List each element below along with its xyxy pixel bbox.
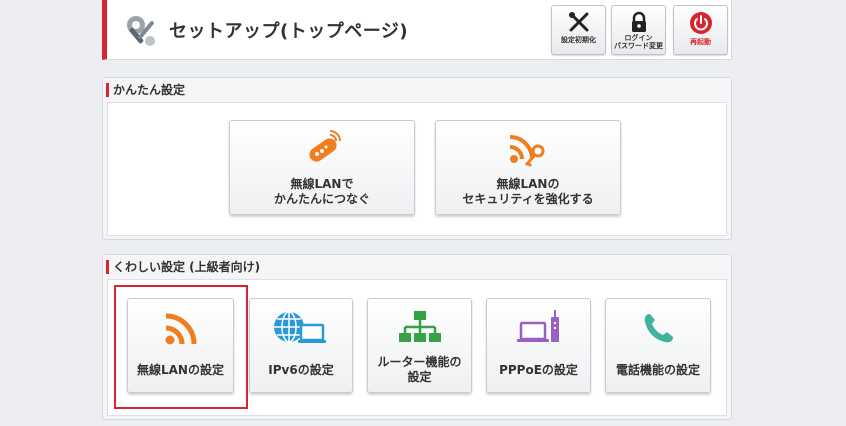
ipv6-settings-tile[interactable]: IPv6の設定	[249, 298, 353, 393]
reboot-button[interactable]: 再起動	[673, 5, 728, 55]
page-header: セットアップ(トップページ) 設定初期化 ログイン パスワード変更 再起動	[102, 0, 732, 60]
login-password-button[interactable]: ログイン パスワード変更	[611, 5, 666, 55]
detailed-settings-title: くわしい設定 (上級者向け)	[103, 255, 731, 279]
laptop-router-icon	[516, 310, 559, 342]
easy-setup-title: かんたん設定	[103, 78, 731, 102]
tools-icon	[127, 16, 155, 46]
factory-reset-button[interactable]: 設定初期化	[551, 5, 606, 55]
ipv6-settings-label: IPv6の設定	[268, 363, 334, 377]
globe-laptop-icon	[274, 311, 326, 343]
setup-page: セットアップ(トップページ) 設定初期化 ログイン パスワード変更 再起動 かん…	[100, 0, 734, 426]
phone-icon	[644, 314, 673, 343]
login-password-label: ログイン パスワード変更	[614, 34, 663, 50]
phone-function-settings-label: 電話機能の設定	[615, 363, 700, 377]
power-icon	[689, 12, 712, 34]
pppoe-settings-label: PPPoEの設定	[499, 363, 578, 377]
router-function-settings-label: ルーター機能の 設定	[377, 355, 462, 384]
easy-setup-body: 無線LANで かんたんにつなぐ 無線LANの セキュリティを強化する	[107, 102, 727, 236]
wifi-icon	[165, 313, 196, 345]
easy-wireless-connect-tile[interactable]: 無線LANで かんたんにつなぐ	[229, 120, 415, 215]
detailed-settings-body: 無線LANの設定 IPv6の設定 ルーター機能の 設定 PPPoEの設定 電話機…	[107, 279, 727, 416]
pppoe-settings-tile[interactable]: PPPoEの設定	[486, 298, 591, 393]
network-tree-icon	[398, 311, 441, 342]
remote-controller-icon	[309, 130, 341, 162]
detailed-settings-section: くわしい設定 (上級者向け) 無線LANの設定 IPv6の設定 ルーター機能の …	[102, 254, 732, 420]
easy-wireless-security-tile[interactable]: 無線LANの セキュリティを強化する	[435, 120, 621, 215]
easy-wireless-security-label: 無線LANの セキュリティを強化する	[462, 177, 594, 206]
lock-icon	[631, 11, 646, 32]
easy-wireless-connect-label: 無線LANで かんたんにつなぐ	[273, 177, 370, 206]
easy-setup-section: かんたん設定 無線LANで かんたんにつなぐ 無線LANの セキュリティを強化す…	[102, 77, 732, 240]
reboot-label: 再起動	[690, 38, 711, 46]
factory-reset-label: 設定初期化	[561, 36, 596, 44]
wrench-screwdriver-icon	[568, 12, 588, 32]
wireless-lan-settings-tile[interactable]: 無線LANの設定	[127, 298, 234, 393]
phone-function-settings-tile[interactable]: 電話機能の設定	[605, 298, 711, 393]
wireless-lan-settings-label: 無線LANの設定	[137, 363, 224, 377]
page-title: セットアップ(トップページ)	[169, 21, 409, 42]
wifi-key-icon	[509, 135, 545, 168]
router-function-settings-tile[interactable]: ルーター機能の 設定	[367, 298, 472, 393]
